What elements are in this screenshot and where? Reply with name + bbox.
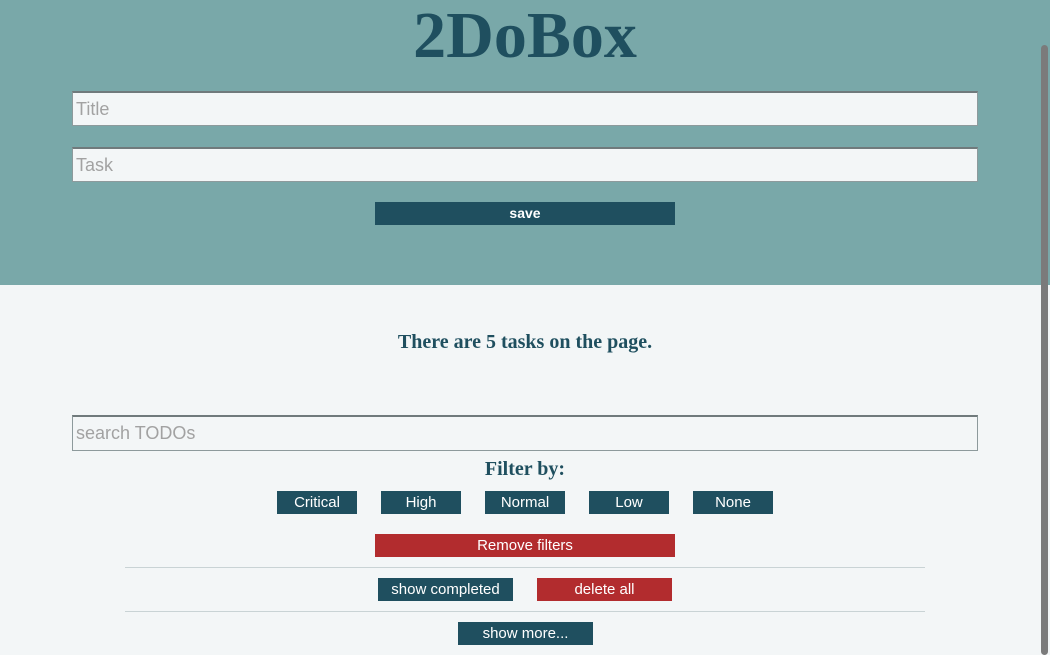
show-completed-button[interactable]: show completed (378, 578, 513, 601)
remove-filters-button[interactable]: Remove filters (375, 534, 675, 557)
app-title: 2DoBox (413, 0, 637, 72)
filter-label: Filter by: (484, 458, 566, 480)
title-input[interactable] (72, 91, 978, 126)
divider (125, 567, 925, 568)
filter-low-button[interactable]: Low (589, 491, 669, 514)
filter-high-button[interactable]: High (381, 491, 461, 514)
filter-none-button[interactable]: None (693, 491, 773, 514)
save-button[interactable]: save (375, 202, 675, 225)
header-section: 2DoBox save (0, 0, 1050, 285)
delete-all-button[interactable]: delete all (537, 578, 672, 601)
task-count-text: There are 5 tasks on the page. (397, 331, 653, 353)
scrollbar[interactable] (1041, 45, 1048, 655)
task-input[interactable] (72, 147, 978, 182)
filter-normal-button[interactable]: Normal (485, 491, 565, 514)
divider (125, 611, 925, 612)
show-more-button[interactable]: show more... (458, 622, 593, 645)
search-input[interactable] (72, 415, 978, 451)
filter-critical-button[interactable]: Critical (277, 491, 357, 514)
